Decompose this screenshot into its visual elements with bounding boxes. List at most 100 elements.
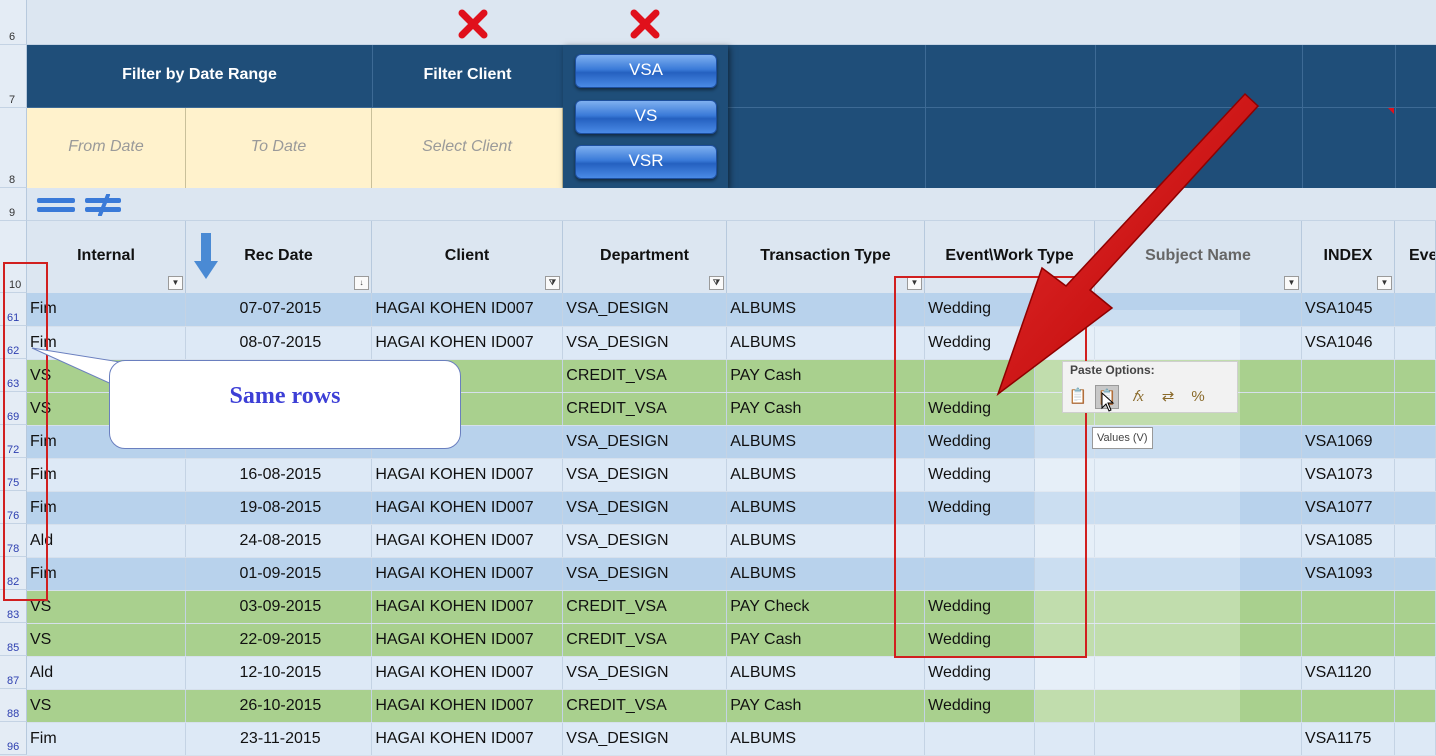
table-cell[interactable]: Fim: [27, 557, 187, 591]
table-cell[interactable]: ALBUMS: [726, 722, 926, 756]
table-cell[interactable]: [1394, 590, 1436, 624]
table-cell[interactable]: [1301, 590, 1395, 624]
table-cell[interactable]: [1094, 689, 1302, 723]
table-cell[interactable]: VSA1120: [1301, 656, 1395, 690]
clear-client-filter-icon[interactable]: [630, 9, 660, 39]
row-header[interactable]: 6: [0, 0, 27, 45]
table-cell[interactable]: VSA1175: [1301, 722, 1395, 756]
row-header[interactable]: 7: [0, 45, 27, 108]
column-header-client[interactable]: Client ⧩: [372, 221, 563, 293]
row-header[interactable]: 9: [0, 188, 27, 221]
filter-active-icon[interactable]: ⧩: [709, 276, 724, 290]
table-cell[interactable]: [1094, 458, 1302, 492]
table-cell[interactable]: HAGAI KOHEN ID007: [371, 656, 564, 690]
table-cell[interactable]: PAY Cash: [726, 689, 926, 723]
column-header-index[interactable]: INDEX ▼: [1302, 221, 1395, 293]
table-cell[interactable]: Fim: [27, 722, 187, 756]
paste-formulas-icon[interactable]: 𝑓x: [1126, 385, 1150, 409]
table-row[interactable]: VS 26-10-2015 HAGAI KOHEN ID007 CREDIT_VSA P…: [27, 689, 1436, 723]
table-cell[interactable]: HAGAI KOHEN ID007: [371, 293, 564, 327]
table-cell[interactable]: 08-07-2015: [185, 326, 373, 360]
table-cell[interactable]: [1394, 557, 1436, 591]
table-cell[interactable]: VSA_DESIGN: [562, 557, 728, 591]
table-cell[interactable]: 07-07-2015: [185, 293, 373, 327]
table-cell[interactable]: VSA_DESIGN: [562, 458, 728, 492]
table-cell[interactable]: 19-08-2015: [185, 491, 373, 525]
table-cell[interactable]: [1301, 623, 1395, 657]
table-cell[interactable]: [1301, 359, 1395, 393]
table-cell[interactable]: [1394, 326, 1436, 360]
table-cell[interactable]: [1094, 623, 1302, 657]
table-cell[interactable]: 01-09-2015: [185, 557, 373, 591]
table-cell[interactable]: VS: [27, 623, 187, 657]
table-cell[interactable]: HAGAI KOHEN ID007: [371, 557, 564, 591]
table-cell[interactable]: [1394, 458, 1436, 492]
table-cell[interactable]: 24-08-2015: [185, 524, 373, 558]
table-cell[interactable]: VSA1045: [1301, 293, 1395, 327]
table-cell[interactable]: [1394, 623, 1436, 657]
table-cell[interactable]: HAGAI KOHEN ID007: [371, 326, 564, 360]
filter-dropdown-icon[interactable]: ▼: [168, 276, 183, 290]
table-cell[interactable]: [1394, 689, 1436, 723]
table-cell[interactable]: HAGAI KOHEN ID007: [371, 689, 564, 723]
not-equals-icon[interactable]: [84, 194, 122, 216]
table-cell[interactable]: VSA_DESIGN: [562, 722, 728, 756]
table-cell[interactable]: HAGAI KOHEN ID007: [371, 491, 564, 525]
table-cell[interactable]: HAGAI KOHEN ID007: [371, 722, 564, 756]
table-cell[interactable]: 23-11-2015: [185, 722, 373, 756]
table-cell[interactable]: Fim: [27, 293, 187, 327]
sort-filter-icon[interactable]: ↓: [354, 276, 369, 290]
clear-date-filter-icon[interactable]: [458, 9, 488, 39]
equals-icon[interactable]: [36, 196, 76, 214]
table-cell[interactable]: [924, 722, 1036, 756]
table-cell[interactable]: VSA1073: [1301, 458, 1395, 492]
table-cell[interactable]: Wedding: [924, 689, 1036, 723]
table-cell[interactable]: VSA1046: [1301, 326, 1395, 360]
table-cell[interactable]: [1094, 491, 1302, 525]
row-header[interactable]: 85: [0, 623, 27, 656]
table-row[interactable]: Fim 23-11-2015 HAGAI KOHEN ID007 VSA_DESIGN…: [27, 722, 1436, 756]
table-cell[interactable]: [1034, 722, 1096, 756]
table-cell[interactable]: [1301, 689, 1395, 723]
table-cell[interactable]: VSA_DESIGN: [562, 491, 728, 525]
column-header-internal[interactable]: Internal ▼: [27, 221, 186, 293]
paste-transpose-icon[interactable]: ⇄: [1156, 385, 1180, 409]
table-cell[interactable]: [1394, 491, 1436, 525]
table-cell[interactable]: VS: [27, 590, 187, 624]
table-cell[interactable]: 16-08-2015: [185, 458, 373, 492]
table-cell[interactable]: [1301, 392, 1395, 426]
slicer-button-vsa[interactable]: VSA: [575, 54, 717, 88]
table-cell[interactable]: VSA_DESIGN: [562, 656, 728, 690]
table-cell[interactable]: VSA1093: [1301, 557, 1395, 591]
table-cell[interactable]: CREDIT_VSA: [562, 623, 728, 657]
table-cell[interactable]: [1094, 524, 1302, 558]
table-cell[interactable]: Wedding: [924, 656, 1036, 690]
select-client-input[interactable]: Select Client: [372, 108, 563, 188]
table-cell[interactable]: VSA1069: [1301, 425, 1395, 459]
table-cell[interactable]: CREDIT_VSA: [562, 392, 728, 426]
filter-dropdown-icon[interactable]: ▼: [1377, 276, 1392, 290]
table-cell[interactable]: [1394, 293, 1436, 327]
slicer-button-vs[interactable]: VS: [575, 100, 717, 134]
filter-dropdown-icon[interactable]: ▼: [1284, 276, 1299, 290]
to-date-input[interactable]: To Date: [186, 108, 372, 188]
table-row[interactable]: VS 22-09-2015 HAGAI KOHEN ID007 CREDIT_VSA P…: [27, 623, 1436, 657]
table-cell[interactable]: HAGAI KOHEN ID007: [371, 590, 564, 624]
table-cell[interactable]: [1394, 392, 1436, 426]
table-cell[interactable]: [1394, 524, 1436, 558]
table-cell[interactable]: VSA_DESIGN: [562, 425, 728, 459]
table-cell[interactable]: VSA1085: [1301, 524, 1395, 558]
column-header-department[interactable]: Department ⧩: [563, 221, 727, 293]
table-cell[interactable]: [1394, 656, 1436, 690]
table-cell[interactable]: CREDIT_VSA: [562, 359, 728, 393]
column-header-event[interactable]: Eve: [1395, 221, 1436, 293]
paste-formatting-icon[interactable]: %: [1186, 385, 1210, 409]
table-cell[interactable]: VSA1077: [1301, 491, 1395, 525]
from-date-input[interactable]: From Date: [27, 108, 186, 188]
table-cell[interactable]: VSA_DESIGN: [562, 524, 728, 558]
table-cell[interactable]: [1394, 425, 1436, 459]
table-cell[interactable]: 22-09-2015: [185, 623, 373, 657]
table-cell[interactable]: HAGAI KOHEN ID007: [371, 458, 564, 492]
table-cell[interactable]: CREDIT_VSA: [562, 590, 728, 624]
table-cell[interactable]: [1094, 722, 1302, 756]
